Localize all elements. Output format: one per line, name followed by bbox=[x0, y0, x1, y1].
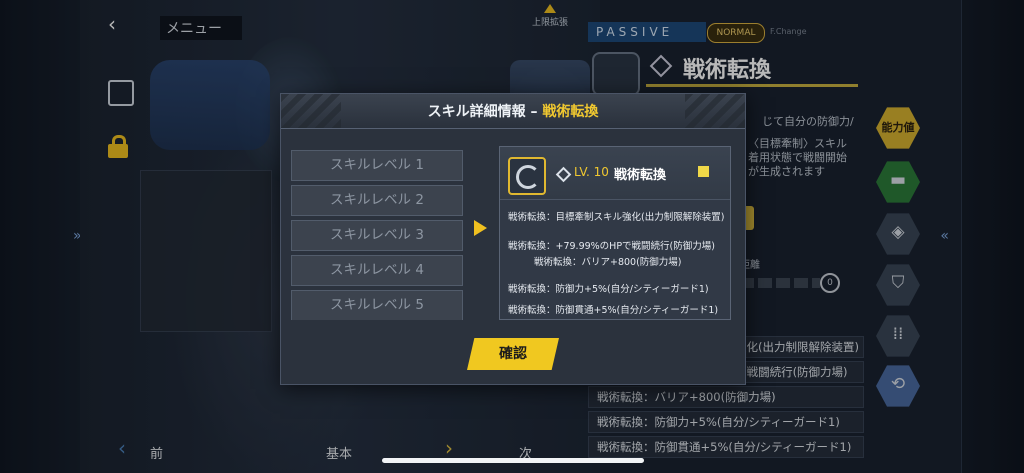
skill-name: 戦術転換 bbox=[614, 168, 667, 183]
modal-header: スキル詳細情報 – 戦術転換 bbox=[281, 94, 745, 129]
skill-icon bbox=[508, 157, 546, 195]
skill-detail-card: LV. 10 戦術転換 戦術転換：目標牽制スキル強化(出力制限解除装置) 戦術転… bbox=[499, 146, 731, 320]
header-stripes bbox=[685, 94, 745, 128]
effect-line: 戦術転換：バリア+800(防御力場) bbox=[534, 257, 682, 268]
effect-line: 戦術転換：防御貫通+5%(自分/シティーガード1) bbox=[508, 305, 719, 316]
detail-header: LV. 10 戦術転換 bbox=[500, 147, 730, 200]
modal-title-skill: 戦術転換 bbox=[542, 104, 599, 120]
modal-title: スキル詳細情報 – bbox=[427, 104, 543, 120]
effect-line: 戦術転換：防御力+5%(自分/シティーガード1) bbox=[508, 284, 709, 295]
skill-detail-modal: スキル詳細情報 – 戦術転換 スキルレベル 1 スキルレベル 2 スキルレベル … bbox=[280, 93, 746, 385]
arrow-right-icon bbox=[474, 220, 487, 236]
skill-level-item[interactable]: スキルレベル 5 bbox=[291, 290, 463, 320]
effect-line: 戦術転換：+79.99%のHPで戦闘続行(防御力場) bbox=[508, 241, 715, 252]
home-indicator[interactable] bbox=[382, 458, 644, 463]
status-square-icon bbox=[698, 166, 709, 177]
skill-level-item[interactable]: スキルレベル 4 bbox=[291, 255, 463, 286]
skill-level: LV. 10 bbox=[574, 165, 609, 179]
diamond-icon bbox=[555, 166, 572, 183]
skill-level-item[interactable]: スキルレベル 2 bbox=[291, 185, 463, 216]
skill-level-list[interactable]: スキルレベル 1 スキルレベル 2 スキルレベル 3 スキルレベル 4 スキルレ… bbox=[291, 150, 463, 320]
skill-level-item[interactable]: スキルレベル 1 bbox=[291, 150, 463, 181]
skill-level-item[interactable]: スキルレベル 3 bbox=[291, 220, 463, 251]
confirm-button[interactable]: 確認 bbox=[467, 338, 559, 370]
header-stripes bbox=[281, 94, 341, 128]
effect-line: 戦術転換：目標牽制スキル強化(出力制限解除装置) bbox=[508, 212, 725, 223]
